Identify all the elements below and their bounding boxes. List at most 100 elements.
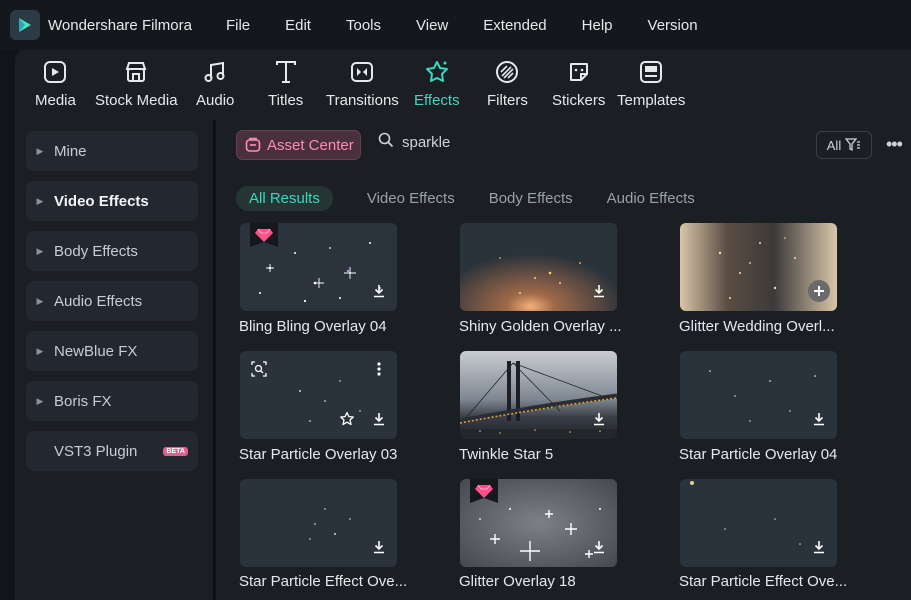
- effects-browser: Asset Center All ••• All Results Video E…: [216, 120, 911, 600]
- download-icon[interactable]: [368, 408, 390, 430]
- effect-title: Star Particle Effect Ove...: [239, 573, 408, 590]
- download-icon[interactable]: [588, 280, 610, 302]
- search-icon: [378, 132, 394, 153]
- effect-title: Bling Bling Overlay 04: [239, 318, 387, 335]
- effects-icon: [423, 58, 451, 86]
- expand-arrow-icon: ▶: [36, 395, 44, 406]
- result-tabs: All Results Video Effects Body Effects A…: [236, 186, 729, 211]
- sidebar-item-label: Audio Effects: [54, 292, 143, 310]
- download-icon[interactable]: [368, 280, 390, 302]
- tool-stock-media[interactable]: Stock Media: [95, 58, 178, 109]
- tab-video-effects[interactable]: Video Effects: [367, 190, 455, 207]
- menu-view[interactable]: View: [416, 17, 448, 34]
- tool-titles[interactable]: Titles: [268, 58, 303, 109]
- menu-bar: File Edit Tools View Extended Help Versi…: [226, 17, 733, 34]
- tool-titles-label: Titles: [268, 92, 304, 109]
- expand-arrow-icon: ▶: [36, 245, 44, 256]
- sidebar-item-boris-fx[interactable]: ▶ Boris FX: [26, 381, 198, 421]
- effect-title: Star Particle Overlay 04: [679, 446, 838, 463]
- tool-audio-label: Audio: [196, 92, 235, 109]
- sidebar-item-label: VST3 Plugin: [54, 442, 138, 460]
- download-icon[interactable]: [808, 408, 830, 430]
- filter-label: All: [826, 137, 842, 153]
- expand-arrow-icon: ▶: [36, 345, 44, 356]
- sidebar-item-video-effects[interactable]: ▶ Video Effects: [26, 181, 198, 221]
- tab-body-effects[interactable]: Body Effects: [489, 190, 573, 207]
- download-icon[interactable]: [588, 408, 610, 430]
- asset-center-button[interactable]: Asset Center: [236, 130, 361, 160]
- titles-icon: [272, 58, 300, 86]
- tool-filters-label: Filters: [487, 92, 528, 109]
- audio-icon: [201, 58, 229, 86]
- more-options-icon[interactable]: •••: [886, 134, 903, 155]
- title-bar: Wondershare Filmora File Edit Tools View…: [0, 0, 911, 50]
- effect-title: Twinkle Star 5: [459, 446, 554, 463]
- premium-gem-icon: [250, 223, 278, 252]
- add-icon[interactable]: [808, 280, 830, 302]
- templates-icon: [637, 58, 665, 86]
- expand-arrow-icon: ▶: [36, 295, 44, 306]
- tab-audio-effects[interactable]: Audio Effects: [607, 190, 695, 207]
- sidebar-item-mine[interactable]: ▶ Mine: [26, 131, 198, 171]
- transitions-icon: [348, 58, 376, 86]
- sidebar-item-label: Mine: [54, 142, 87, 160]
- tool-media-label: Media: [35, 92, 76, 109]
- tool-audio[interactable]: Audio: [196, 58, 234, 109]
- tool-effects-label: Effects: [414, 92, 460, 109]
- expand-arrow-icon: ▶: [36, 195, 44, 206]
- tool-media[interactable]: Media: [35, 58, 76, 109]
- menu-tools[interactable]: Tools: [346, 17, 381, 34]
- download-icon[interactable]: [368, 536, 390, 558]
- effect-title: Star Particle Effect Ove...: [679, 573, 848, 590]
- beta-badge: BETA: [163, 446, 188, 456]
- expand-arrow-icon: ▶: [36, 145, 44, 156]
- tool-filters[interactable]: Filters: [487, 58, 528, 109]
- tool-templates[interactable]: Templates: [617, 58, 685, 109]
- download-icon[interactable]: [808, 536, 830, 558]
- app-name: Wondershare Filmora: [48, 16, 192, 34]
- menu-edit[interactable]: Edit: [285, 17, 311, 34]
- sidebar-item-vst3-plugin[interactable]: VST3 Plugin BETA: [26, 431, 198, 471]
- tool-stickers[interactable]: Stickers: [552, 58, 605, 109]
- tab-all-results[interactable]: All Results: [236, 186, 333, 211]
- filter-button[interactable]: All: [816, 131, 872, 159]
- tool-stock-media-label: Stock Media: [95, 92, 178, 109]
- tool-stickers-label: Stickers: [552, 92, 606, 109]
- filmora-logo-icon: [10, 10, 40, 40]
- sidebar-item-label: Body Effects: [54, 242, 138, 260]
- media-toolbar: Media Stock Media Audio Titles Transitio…: [15, 50, 911, 120]
- stock-media-icon: [122, 58, 150, 86]
- more-vertical-icon[interactable]: [368, 358, 390, 380]
- effects-sidebar: ▶ Mine ▶ Video Effects ▶ Body Effects ▶ …: [15, 120, 213, 600]
- sidebar-item-audio-effects[interactable]: ▶ Audio Effects: [26, 281, 198, 321]
- tool-transitions-label: Transitions: [326, 92, 399, 109]
- effect-title: Shiny Golden Overlay ...: [459, 318, 622, 335]
- download-icon[interactable]: [588, 536, 610, 558]
- effect-title: Star Particle Overlay 03: [239, 446, 398, 463]
- media-icon: [41, 58, 69, 86]
- search-bar: [378, 132, 602, 153]
- tool-templates-label: Templates: [617, 92, 686, 109]
- effect-title: Glitter Overlay 18: [459, 573, 576, 590]
- preview-zoom-icon[interactable]: [248, 358, 270, 380]
- sidebar-item-body-effects[interactable]: ▶ Body Effects: [26, 231, 198, 271]
- menu-extended[interactable]: Extended: [483, 17, 546, 34]
- search-input[interactable]: [402, 134, 602, 151]
- menu-help[interactable]: Help: [582, 17, 613, 34]
- menu-version[interactable]: Version: [648, 17, 698, 34]
- asset-center-icon: [245, 137, 261, 153]
- sidebar-item-label: Boris FX: [54, 392, 112, 410]
- sidebar-item-newblue-fx[interactable]: ▶ NewBlue FX: [26, 331, 198, 371]
- menu-file[interactable]: File: [226, 17, 250, 34]
- filters-icon: [493, 58, 521, 86]
- sidebar-item-label: Video Effects: [54, 192, 149, 210]
- tool-effects[interactable]: Effects: [414, 58, 460, 109]
- filter-icon: [845, 138, 861, 152]
- effect-title: Glitter Wedding Overl...: [679, 318, 835, 335]
- sidebar-item-label: NewBlue FX: [54, 342, 138, 360]
- favorite-star-icon[interactable]: [336, 408, 358, 430]
- asset-center-label: Asset Center: [267, 136, 354, 154]
- premium-gem-icon: [470, 479, 498, 508]
- tool-transitions[interactable]: Transitions: [326, 58, 399, 109]
- stickers-icon: [565, 58, 593, 86]
